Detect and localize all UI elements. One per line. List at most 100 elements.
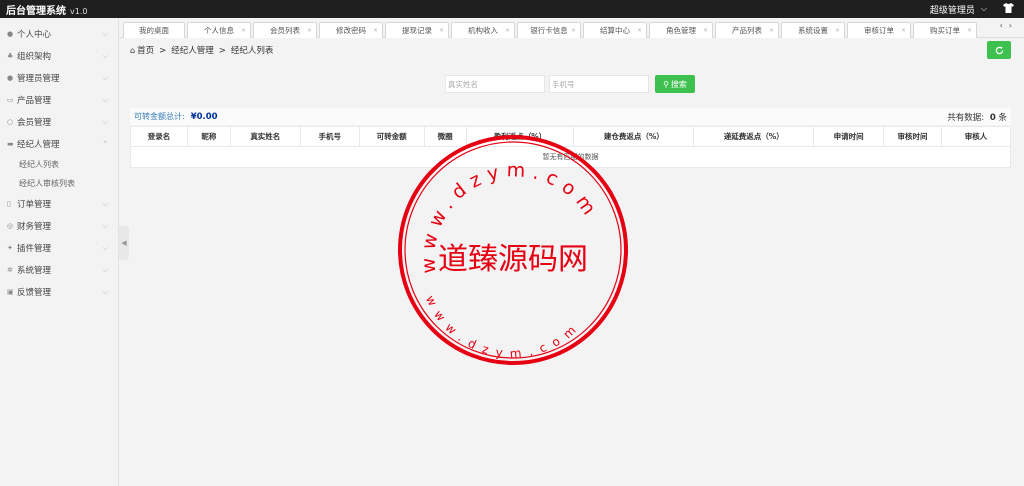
tab-withdraw-records[interactable]: 提现记录 ✕ — [385, 22, 449, 38]
chevron-down-icon: ⌵ — [102, 117, 108, 126]
sidebar-item-label: 财务管理 — [17, 222, 52, 232]
sidebar-subitem-broker-list[interactable]: 经纪人列表 — [0, 155, 118, 174]
close-icon[interactable]: ✕ — [967, 27, 972, 34]
tab-scroll-arrows[interactable]: ‹› — [1000, 21, 1018, 30]
breadcrumb-home[interactable]: 首页 — [137, 46, 154, 56]
org-icon: ♣ — [7, 52, 14, 60]
tab-label: 角色管理 — [666, 26, 696, 35]
breadcrumb: ⌂ 首页 > 经纪人管理 > 经纪人列表 — [130, 44, 273, 56]
breadcrumb-separator: > — [159, 46, 167, 56]
sidebar-item-member[interactable]: ○ 会员管理 ⌵ — [0, 111, 118, 133]
close-icon[interactable]: ✕ — [835, 27, 840, 34]
tab-label: 修改密码 — [336, 26, 366, 35]
sidebar-item-label: 经纪人管理 — [17, 140, 60, 150]
real-name-input[interactable] — [445, 75, 545, 93]
tab-bank-card[interactable]: 银行卡信息 ✕ — [517, 22, 581, 38]
sidebar-item-organization[interactable]: ♣ 组织架构 ⌵ — [0, 45, 118, 67]
tab-system-settings[interactable]: 系统设置 ✕ — [781, 22, 845, 38]
refresh-icon[interactable] — [995, 45, 1004, 55]
tab-label: 系统设置 — [798, 26, 828, 35]
finance-icon: ◎ — [7, 222, 14, 230]
app-title: 后台管理系统 v1.0 — [0, 2, 87, 17]
gear-icon: ✲ — [7, 266, 13, 274]
refresh-button[interactable] — [987, 41, 1011, 59]
column-header[interactable]: 审核时间 — [883, 126, 942, 147]
sidebar-item-label: 产品管理 — [17, 96, 52, 106]
tab-personal-info[interactable]: 个人信息 ✕ — [187, 22, 251, 38]
sidebar-item-label: 会员管理 — [17, 118, 52, 128]
close-icon[interactable]: ✕ — [637, 27, 642, 34]
sidebar-item-personal-center[interactable]: ● 个人中心 ⌵ — [0, 23, 118, 45]
user-menu[interactable]: 超级管理员 ⌵ — [930, 2, 1024, 16]
column-header[interactable]: 审核人 — [940, 126, 1012, 147]
sidebar-item-product[interactable]: ▭ 产品管理 ⌵ — [0, 89, 118, 111]
column-header[interactable]: 真实姓名 — [229, 126, 301, 147]
transferable-amount-label: 可转金额总计: — [134, 112, 185, 121]
sidebar-collapse-handle[interactable]: ◀ — [119, 226, 129, 260]
sidebar-item-plugin[interactable]: ✦ 插件管理 ⌵ — [0, 237, 118, 259]
broker-icon: ▬ — [7, 140, 14, 148]
chevron-up-icon: ⌃ — [102, 140, 108, 148]
close-icon[interactable]: ✕ — [505, 27, 510, 34]
column-header[interactable]: 申请时间 — [813, 126, 885, 147]
watermark-stamp: www.dzym.com www.dzym.com 道臻源码网 — [398, 135, 628, 365]
column-header[interactable]: 登录名 — [130, 126, 188, 147]
order-icon: ▯ — [7, 200, 11, 208]
breadcrumb-level2: 经纪人列表 — [230, 46, 274, 56]
sidebar-item-label: 个人中心 — [17, 30, 52, 40]
sidebar-item-finance[interactable]: ◎ 财务管理 ⌵ — [0, 215, 118, 237]
close-icon[interactable]: ✕ — [901, 27, 906, 34]
close-icon[interactable]: ✕ — [703, 27, 708, 34]
chevron-left-icon[interactable]: ‹ — [1000, 21, 1009, 30]
feedback-icon: ▣ — [7, 288, 14, 296]
tab-settlement[interactable]: 结算中心 ✕ — [583, 22, 647, 38]
sidebar-item-label: 插件管理 — [17, 244, 52, 254]
column-header[interactable]: 昵称 — [186, 126, 231, 147]
member-icon: ○ — [7, 118, 14, 126]
search-icon: ⚲ — [663, 79, 669, 89]
plugin-icon: ✦ — [7, 244, 13, 252]
sidebar-item-label: 反馈管理 — [17, 288, 52, 298]
chevron-down-icon: ⌵ — [102, 221, 108, 230]
chevron-down-icon: ⌵ — [102, 243, 108, 252]
sidebar-item-admin[interactable]: ● 管理员管理 ⌵ — [0, 67, 118, 89]
tab-review-orders[interactable]: 审核订单 ✕ — [847, 22, 911, 38]
chevron-down-icon[interactable]: ⌵ — [981, 4, 987, 14]
tab-label: 银行卡信息 — [530, 26, 568, 35]
tab-role-management[interactable]: 角色管理 ✕ — [649, 22, 713, 38]
tab-change-password[interactable]: 修改密码 ✕ — [319, 22, 383, 38]
close-icon[interactable]: ✕ — [571, 27, 576, 34]
tab-label: 机构收入 — [468, 26, 498, 35]
sidebar-subitem-broker-review[interactable]: 经纪人审核列表 — [0, 174, 118, 193]
tab-label: 会员列表 — [270, 26, 300, 35]
chevron-right-icon[interactable]: › — [1009, 21, 1018, 30]
close-icon[interactable]: ✕ — [373, 27, 378, 34]
close-icon[interactable]: ✕ — [307, 27, 312, 34]
tab-purchase-orders[interactable]: 购买订单 ✕ — [913, 22, 977, 38]
sidebar-subitem-label: 经纪人列表 — [19, 160, 59, 169]
close-icon[interactable]: ✕ — [241, 27, 246, 34]
user-name[interactable]: 超级管理员 — [930, 3, 975, 16]
theme-shirt-icon[interactable] — [1003, 2, 1014, 16]
tab-label: 审核订单 — [864, 26, 894, 35]
close-icon[interactable]: ✕ — [769, 27, 774, 34]
sidebar-item-order[interactable]: ▯ 订单管理 ⌵ — [0, 193, 118, 215]
phone-input[interactable] — [549, 75, 649, 93]
chevron-left-icon[interactable]: ◀ — [121, 239, 126, 247]
app-version: v1.0 — [70, 6, 88, 16]
top-bar: 后台管理系统 v1.0 超级管理员 ⌵ — [0, 0, 1024, 18]
tabs-bar: 我的桌面 个人信息 ✕ 会员列表 ✕ 修改密码 ✕ 提现记录 ✕ 机构收入 ✕ 银行卡信息… — [119, 18, 1024, 38]
tab-my-desktop[interactable]: 我的桌面 — [123, 22, 185, 38]
search-button[interactable]: ⚲ 搜索 — [655, 75, 695, 93]
tab-member-list[interactable]: 会员列表 ✕ — [253, 22, 317, 38]
tab-org-income[interactable]: 机构收入 ✕ — [451, 22, 515, 38]
close-icon[interactable]: ✕ — [439, 27, 444, 34]
sidebar: ● 个人中心 ⌵ ♣ 组织架构 ⌵ ● 管理员管理 ⌵ ▭ 产品管理 ⌵ ○ 会员管理 ⌵ ▬ 经纪人… — [0, 18, 119, 486]
sidebar-item-feedback[interactable]: ▣ 反馈管理 ⌵ — [0, 281, 118, 303]
sidebar-item-system[interactable]: ✲ 系统管理 ⌵ — [0, 259, 118, 281]
column-header[interactable]: 手机号 — [299, 126, 360, 147]
tab-product-list[interactable]: 产品列表 ✕ — [715, 22, 779, 38]
breadcrumb-level1[interactable]: 经纪人管理 — [171, 46, 214, 56]
column-header[interactable]: 递延费返点（%） — [693, 126, 815, 147]
sidebar-item-broker[interactable]: ▬ 经纪人管理 ⌃ — [0, 133, 118, 155]
